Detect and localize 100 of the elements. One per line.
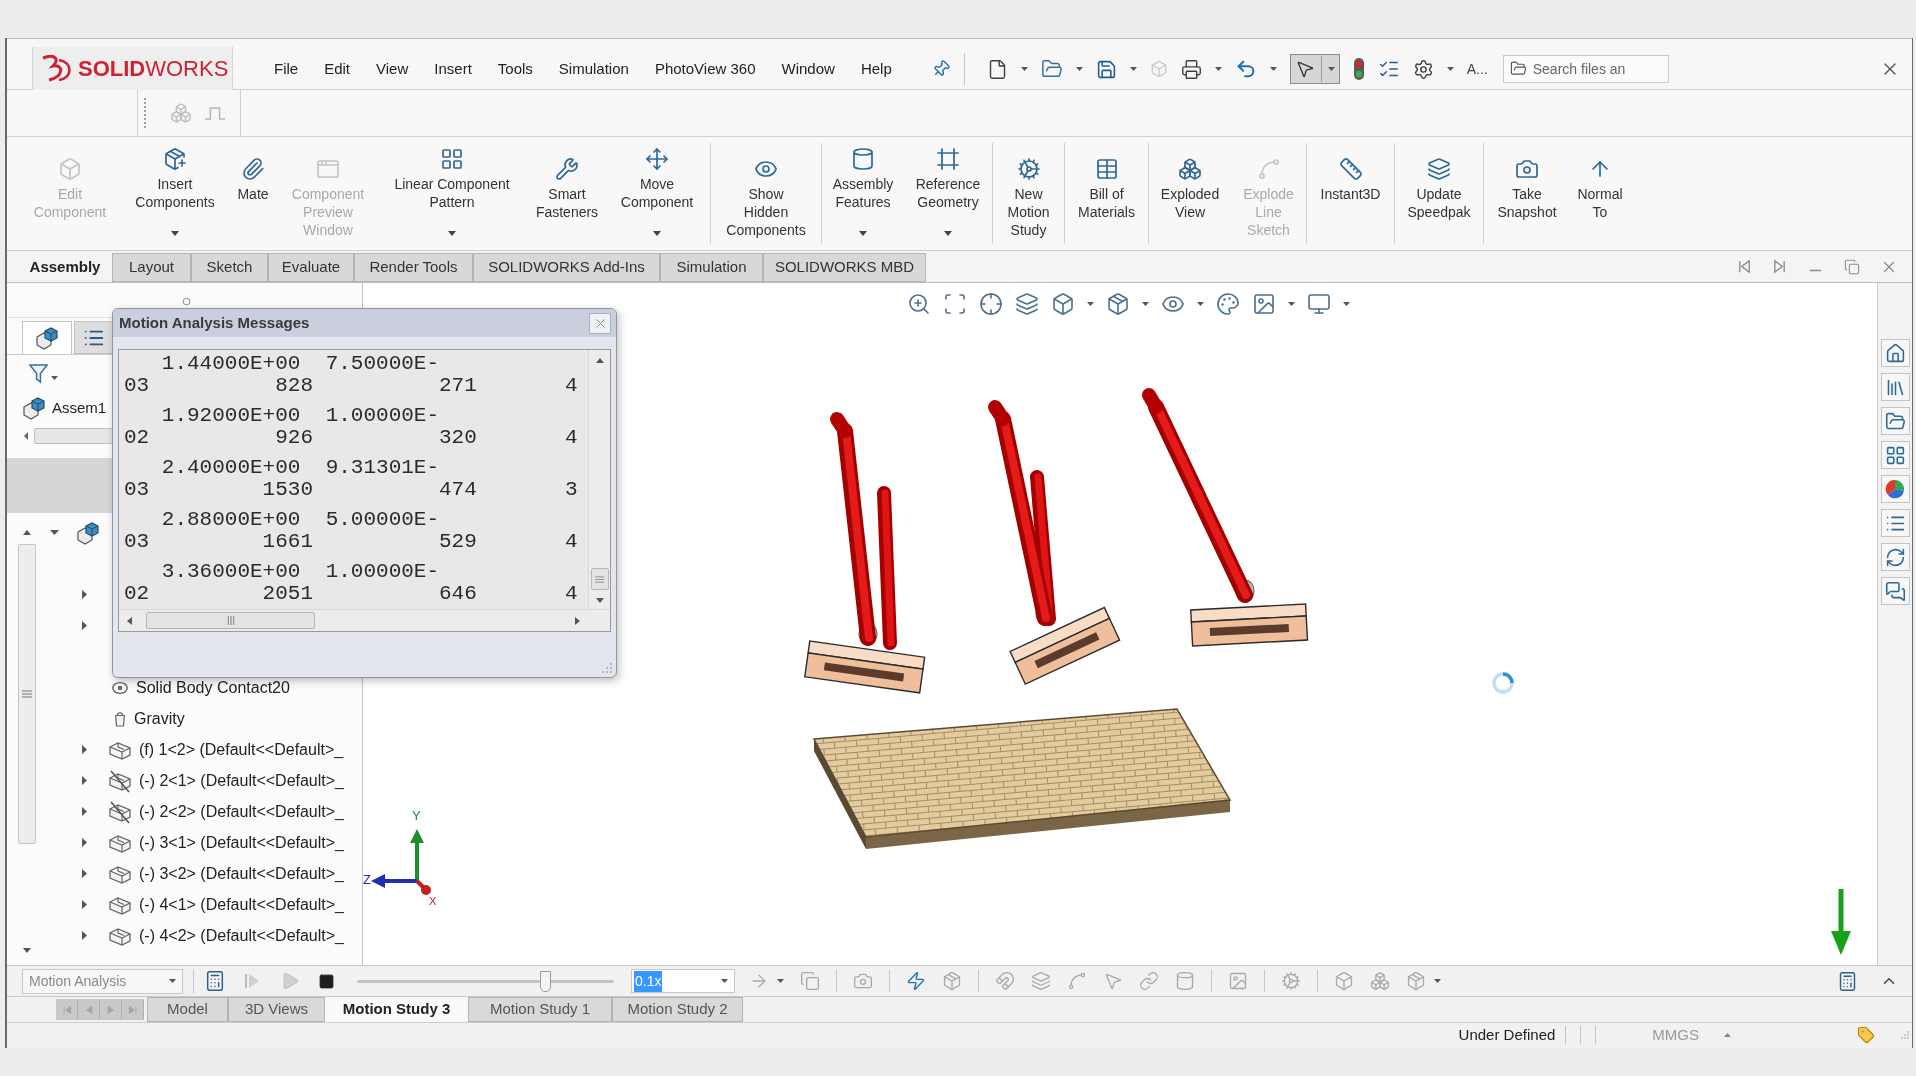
image-icon[interactable] (1252, 292, 1276, 316)
select-tool-button[interactable] (1289, 54, 1340, 84)
next-arrow-icon[interactable] (1772, 259, 1787, 274)
lightning-icon[interactable] (906, 971, 926, 991)
ribbon-tab[interactable]: Layout (112, 253, 191, 282)
ribbon-tab[interactable]: SOLIDWORKS Add-Ins (473, 253, 660, 282)
expand-arrow-icon[interactable] (81, 869, 87, 878)
command-button[interactable]: Bill of Materials (1065, 137, 1148, 250)
menu-item[interactable]: PhotoView 360 (654, 57, 756, 81)
tree-item[interactable]: (f) 1<2> (Default<<Default>_ (139, 737, 344, 762)
expand-arrow-icon[interactable] (81, 776, 87, 785)
task-pane-tab[interactable] (1880, 441, 1910, 469)
scroll-down-arrow-icon[interactable] (23, 948, 31, 953)
scrollbar-thumb[interactable] (590, 568, 609, 590)
tree-item[interactable]: Solid Body Contact20 (136, 675, 290, 700)
menu-item[interactable]: Tools (497, 57, 533, 81)
task-pane-tab[interactable] (1880, 509, 1910, 537)
command-button[interactable]: Assembly Features (822, 137, 904, 250)
tree-item[interactable]: (-) 2<2> (Default<<Default>_ (139, 799, 344, 824)
assembly-name[interactable]: Assem1 (52, 396, 107, 420)
close-button[interactable] (589, 312, 611, 334)
study-tab[interactable]: Motion Study 3 (325, 997, 468, 1022)
caret-icon[interactable] (944, 231, 952, 236)
ribbon-tab[interactable]: Simulation (660, 253, 763, 282)
menu-item[interactable]: Window (781, 57, 835, 81)
scroll-right-arrow-icon[interactable] (575, 616, 580, 625)
caret-icon[interactable] (1327, 67, 1335, 71)
command-button[interactable]: Instant3D (1307, 137, 1394, 250)
command-button[interactable]: Linear Component Pattern (374, 137, 530, 250)
expand-arrow-icon[interactable] (81, 900, 87, 909)
task-pane-tab[interactable] (1880, 339, 1910, 367)
tag-icon[interactable] (1857, 1026, 1875, 1044)
command-button[interactable]: Normal To (1570, 137, 1630, 250)
command-button[interactable]: New Motion Study (993, 137, 1064, 250)
tree-item[interactable]: (-) 2<1> (Default<<Default>_ (139, 768, 344, 793)
caret-icon[interactable] (653, 231, 661, 236)
scroll-up-arrow-icon[interactable] (595, 358, 604, 363)
caret-icon[interactable] (1020, 67, 1028, 71)
scroll-down-arrow-icon[interactable] (595, 598, 604, 603)
ribbon-tab[interactable]: Render Tools (354, 253, 473, 282)
ribbon-tab[interactable]: Evaluate (268, 253, 354, 282)
command-button[interactable]: Take Snapshot (1484, 137, 1570, 250)
scrollbar-thumb[interactable] (18, 544, 36, 844)
study-tab[interactable]: Motion Study 1 (468, 997, 612, 1022)
caret-icon[interactable] (1269, 67, 1277, 71)
settings-icon[interactable] (1412, 58, 1434, 80)
command-button[interactable]: Move Component (604, 137, 710, 250)
expand-arrow-icon[interactable] (81, 838, 87, 847)
monitor-icon[interactable] (1307, 292, 1331, 316)
expand-arrow-icon[interactable] (81, 621, 87, 630)
restore-icon[interactable] (1844, 258, 1860, 275)
command-button[interactable]: Show Hidden Components (711, 137, 821, 250)
task-pane-tab[interactable] (1880, 543, 1910, 571)
crosshair-icon[interactable] (979, 292, 1003, 316)
caret-icon[interactable] (1214, 67, 1222, 71)
scrollbar-thumb[interactable] (34, 428, 114, 444)
caret-icon[interactable] (169, 979, 176, 983)
menu-item[interactable]: Insert (434, 57, 472, 81)
traffic-light-icon[interactable] (1352, 57, 1365, 81)
command-button[interactable]: Update Speedpak (1395, 137, 1483, 250)
study-tab[interactable]: Model (147, 997, 228, 1022)
caret-icon[interactable] (1343, 302, 1350, 306)
command-button[interactable]: Insert Components (126, 137, 224, 250)
scroll-left-arrow-icon[interactable] (24, 432, 28, 440)
caret-icon[interactable] (1197, 302, 1204, 306)
command-button[interactable]: Exploded View (1149, 137, 1231, 250)
palette-icon[interactable] (1216, 292, 1240, 316)
menu-item[interactable]: Simulation (558, 57, 629, 81)
caret-icon[interactable] (448, 231, 456, 236)
timeline-slider-thumb[interactable] (539, 970, 551, 992)
scan-icon[interactable] (943, 292, 967, 316)
cube-icon[interactable] (1051, 292, 1075, 316)
layers-icon[interactable] (1015, 292, 1039, 316)
stop-icon[interactable] (318, 972, 335, 990)
ribbon-tab[interactable]: SOLIDWORKS MBD (763, 253, 926, 282)
caret-icon[interactable] (1129, 67, 1137, 71)
printer-icon[interactable] (1180, 58, 1202, 80)
caret-icon[interactable] (1075, 67, 1083, 71)
expand-arrow-icon[interactable] (81, 590, 87, 599)
tree-item[interactable]: (-) 4<1> (Default<<Default>_ (139, 892, 344, 917)
tree-item[interactable]: (-) 3<2> (Default<<Default>_ (139, 861, 344, 886)
zoom-in-icon[interactable] (907, 292, 931, 316)
caret-icon[interactable] (171, 231, 179, 236)
filter-icon[interactable] (29, 363, 48, 384)
caret-icon[interactable] (721, 979, 728, 983)
scroll-up-arrow-icon[interactable] (23, 530, 31, 535)
ribbon-tab[interactable]: Sketch (191, 253, 268, 282)
panel-tab[interactable] (74, 321, 114, 354)
calculator-icon[interactable] (1837, 970, 1858, 992)
caret-icon[interactable] (1434, 979, 1441, 983)
caret-icon[interactable] (1087, 302, 1094, 306)
caret-icon[interactable] (1446, 67, 1454, 71)
search-field[interactable]: Search files an (1502, 55, 1669, 83)
folder-icon[interactable] (1040, 58, 1063, 80)
caret-up-icon[interactable] (1724, 1033, 1731, 1037)
scrollbar-thumb[interactable] (146, 612, 315, 629)
previous-arrow-icon[interactable] (1737, 259, 1752, 274)
calculator-icon[interactable] (204, 970, 226, 992)
menu-item[interactable]: View (376, 57, 409, 81)
expand-arrow-icon[interactable] (81, 931, 87, 940)
